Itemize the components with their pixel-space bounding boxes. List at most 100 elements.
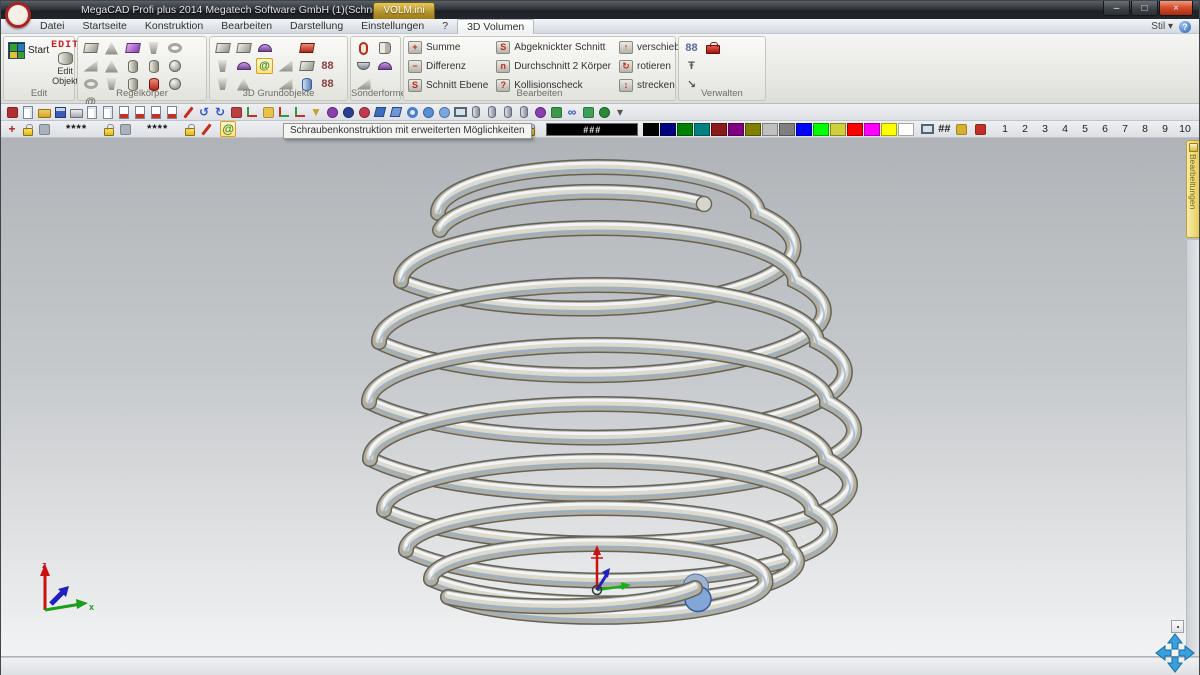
side-tab-bearbeitungen[interactable]: Bearbeitungen: [1186, 140, 1199, 238]
save-icon[interactable]: [52, 104, 68, 120]
button-summe[interactable]: +Summe: [408, 39, 488, 55]
doc-check-icon[interactable]: [164, 104, 180, 120]
doc-options-icon[interactable]: [148, 104, 164, 120]
layer-pages1-icon[interactable]: [36, 121, 52, 137]
current-color-swatch[interactable]: ###: [546, 123, 638, 136]
workspace-icon[interactable]: [4, 104, 20, 120]
button-durchschnitt-2-k-rper[interactable]: nDurchschnitt 2 Körper: [496, 58, 611, 74]
color-swatch-10[interactable]: [813, 123, 829, 136]
page-setup-icon[interactable]: [100, 104, 116, 120]
pie-view-icon[interactable]: [596, 104, 612, 120]
shade-red-icon[interactable]: [356, 104, 372, 120]
more-tools-icon[interactable]: ▾: [612, 104, 628, 120]
toolbox-icon[interactable]: [704, 40, 721, 56]
grid-pair-icon[interactable]: 88: [319, 58, 336, 74]
minimize-button[interactable]: –: [1103, 1, 1130, 16]
toggle-icon[interactable]: [580, 104, 596, 120]
color-swatch-1[interactable]: [660, 123, 676, 136]
pen-number-2[interactable]: 2: [1019, 123, 1032, 135]
view-prism2-icon[interactable]: [388, 104, 404, 120]
button-differenz[interactable]: −Differenz: [408, 58, 488, 74]
cylinder-view2-icon[interactable]: [484, 104, 500, 120]
color-swatch-5[interactable]: [728, 123, 744, 136]
cone-primitive-icon[interactable]: [103, 40, 120, 56]
pen-number-4[interactable]: 4: [1059, 123, 1072, 135]
pipe-bend-icon[interactable]: [235, 58, 252, 74]
pen-width-icon[interactable]: [973, 121, 989, 137]
pen-number-5[interactable]: 5: [1079, 123, 1092, 135]
open-file-icon[interactable]: [36, 104, 52, 120]
color-swatch-0[interactable]: [643, 123, 659, 136]
color-swatch-4[interactable]: [711, 123, 727, 136]
view-monitor-icon[interactable]: [452, 104, 468, 120]
edit-pen-icon[interactable]: [198, 121, 214, 137]
cylinder-view4-icon[interactable]: [516, 104, 532, 120]
cylinder-view3-icon[interactable]: [500, 104, 516, 120]
color-swatch-7[interactable]: [762, 123, 778, 136]
snap-axis-icon[interactable]: [276, 104, 292, 120]
group-manager-icon[interactable]: 88: [683, 40, 700, 56]
skew-box-icon[interactable]: [235, 40, 252, 56]
wedge-primitive-icon[interactable]: [82, 58, 99, 74]
torus-primitive-icon[interactable]: [166, 40, 183, 56]
color-swatch-12[interactable]: [847, 123, 863, 136]
box-grid-icon[interactable]: [298, 58, 315, 74]
view-prism-icon[interactable]: [372, 104, 388, 120]
pen-list-icon[interactable]: [954, 121, 970, 137]
box-primitive-icon[interactable]: [82, 40, 99, 56]
view-sphere-icon[interactable]: [420, 104, 436, 120]
shade-dark-icon[interactable]: [340, 104, 356, 120]
edit-objekt-button[interactable]: EDIT Edit Objekt: [51, 40, 79, 88]
menu-darstellung[interactable]: Darstellung: [281, 19, 352, 34]
menu-bearbeiten[interactable]: Bearbeiten: [212, 19, 281, 34]
cup-primitive-icon[interactable]: [145, 40, 162, 56]
cylinder-primitive-icon[interactable]: [124, 58, 141, 74]
color-swatch-13[interactable]: [864, 123, 880, 136]
tab-3d-volumen[interactable]: 3D Volumen: [457, 19, 534, 34]
sweep-icon[interactable]: [256, 40, 273, 56]
layer-pages2-icon[interactable]: [117, 121, 133, 137]
drop-point-icon[interactable]: ▼: [308, 104, 324, 120]
screen-color-icon[interactable]: [919, 121, 935, 137]
pen-number-8[interactable]: 8: [1139, 123, 1152, 135]
new-file-icon[interactable]: [20, 104, 36, 120]
menu-datei[interactable]: Datei: [31, 19, 74, 34]
redo-icon[interactable]: ↻: [212, 104, 228, 120]
layer-lock3-icon[interactable]: [182, 121, 198, 137]
stamp-icon[interactable]: [228, 104, 244, 120]
prism-primitive-icon[interactable]: [124, 40, 141, 56]
view-torus-icon[interactable]: [404, 104, 420, 120]
book-form-icon[interactable]: [376, 40, 393, 56]
pen-number-3[interactable]: 3: [1039, 123, 1052, 135]
menu-?[interactable]: ?: [433, 19, 457, 34]
add-marker-icon[interactable]: +: [4, 121, 20, 137]
rotate-body-icon[interactable]: [298, 40, 315, 56]
color-swatch-3[interactable]: [694, 123, 710, 136]
layer-lock2-icon[interactable]: [101, 121, 117, 137]
pen-number-10[interactable]: 10: [1179, 123, 1192, 135]
close-button[interactable]: ×: [1159, 1, 1193, 16]
color-swatch-14[interactable]: [881, 123, 897, 136]
coord-system-icon[interactable]: [244, 104, 260, 120]
start-button[interactable]: Start: [8, 40, 49, 88]
menu-konstruktion[interactable]: Konstruktion: [136, 19, 212, 34]
help-icon[interactable]: ?: [1179, 21, 1191, 33]
measure-icon[interactable]: [548, 104, 564, 120]
pen-number-6[interactable]: 6: [1099, 123, 1112, 135]
pen-number-1[interactable]: 1: [999, 123, 1012, 135]
extrude-box-icon[interactable]: [214, 40, 231, 56]
plot-icon[interactable]: [116, 104, 132, 120]
print-icon[interactable]: [68, 104, 84, 120]
color-swatch-8[interactable]: [779, 123, 795, 136]
color-swatch-11[interactable]: [830, 123, 846, 136]
menu-startseite[interactable]: Startseite: [74, 19, 136, 34]
redline-pen-icon[interactable]: [180, 104, 196, 120]
3d-viewport[interactable]: z x Bearbeitungen: [1, 138, 1199, 657]
style-menu[interactable]: Stil ▾: [1151, 21, 1173, 32]
view-sphere2-icon[interactable]: [436, 104, 452, 120]
pen-number-7[interactable]: 7: [1119, 123, 1132, 135]
halfsphere-form-icon[interactable]: [355, 58, 372, 74]
undo-icon[interactable]: ↺: [196, 104, 212, 120]
bend-form-icon[interactable]: [376, 58, 393, 74]
print-preview-icon[interactable]: [84, 104, 100, 120]
